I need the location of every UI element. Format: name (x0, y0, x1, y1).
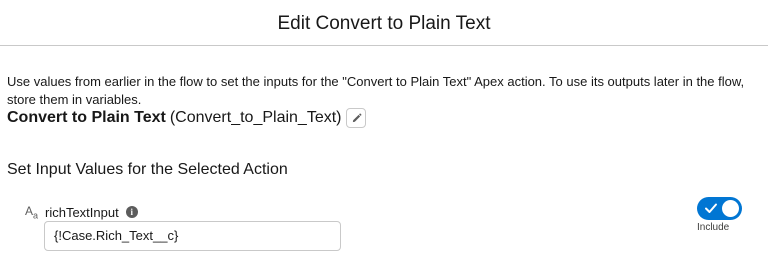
modal-title: Edit Convert to Plain Text (277, 12, 491, 34)
toggle-knob (722, 200, 739, 217)
text-type-icon: Aa (25, 204, 39, 221)
section-title: Set Input Values for the Selected Action (7, 161, 288, 178)
include-toggle[interactable] (697, 197, 742, 220)
action-label: Convert to Plain Text (7, 109, 166, 126)
edit-button[interactable] (346, 108, 367, 128)
action-description: Use values from earlier in the flow to s… (7, 74, 745, 107)
field-label-row: Aa richTextInput i (25, 204, 138, 220)
action-heading: Convert to Plain Text (Convert_to_Plain_… (7, 108, 367, 128)
include-label: Include (697, 222, 730, 233)
modal-header: Edit Convert to Plain Text (0, 0, 768, 46)
rich-text-input[interactable]: {!Case.Rich_Text__c} (44, 221, 341, 251)
info-icon[interactable]: i (125, 206, 138, 219)
pencil-icon (352, 113, 362, 122)
action-api-name: (Convert_to_Plain_Text) (169, 109, 342, 126)
checkmark-icon (705, 203, 717, 213)
field-label: richTextInput (45, 204, 119, 220)
